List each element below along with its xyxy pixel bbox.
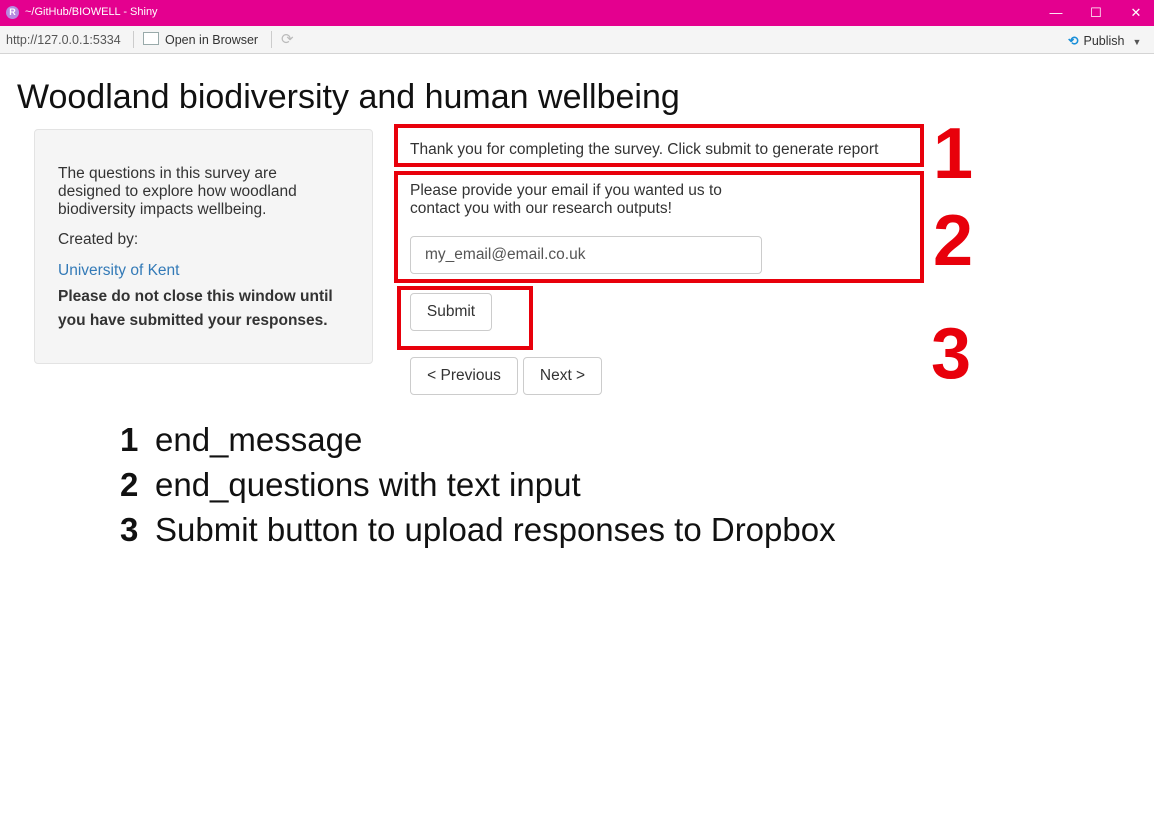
annotation-legend: 1 end_message 2 end_questions with text in… xyxy=(120,417,836,552)
annotation-number-1: 1 xyxy=(933,114,974,194)
legend-item: 1 end_message xyxy=(120,417,836,462)
survey-intro-text: The questions in this survey are designe… xyxy=(58,165,297,218)
url-display: http://127.0.0.1:5334 xyxy=(6,33,121,47)
sidebar-panel: The questions in this survey are designe… xyxy=(34,129,373,364)
publish-icon: ⟲ xyxy=(1068,34,1079,48)
university-link[interactable]: University of Kent xyxy=(58,262,179,280)
publish-label: Publish xyxy=(1083,34,1125,48)
annotation-number-2: 2 xyxy=(933,201,974,281)
next-button[interactable]: Next > xyxy=(523,357,602,395)
page-title: Woodland biodiversity and human wellbein… xyxy=(17,78,680,116)
open-in-browser-label: Open in Browser xyxy=(165,33,259,47)
legend-text: end_questions with text input xyxy=(155,466,581,503)
browser-window-icon xyxy=(143,32,159,45)
legend-number: 1 xyxy=(120,421,139,458)
legend-number: 3 xyxy=(120,511,139,548)
annotation-box-submit xyxy=(397,286,533,350)
close-button[interactable]: ✕ xyxy=(1118,0,1154,26)
minimize-button[interactable]: — xyxy=(1038,0,1074,26)
window-title: ~/GitHub/BIOWELL - Shiny xyxy=(25,6,158,18)
maximize-button[interactable]: ☐ xyxy=(1078,0,1114,26)
window-title-bar: R ~/GitHub/BIOWELL - Shiny — ☐ ✕ xyxy=(0,0,1154,26)
toolbar-divider xyxy=(133,31,134,48)
legend-item: 2 end_questions with text input xyxy=(120,462,836,507)
annotation-box-end-questions xyxy=(394,171,924,283)
viewer-toolbar: http://127.0.0.1:5334 Open in Browser ⟳ … xyxy=(0,26,1154,54)
open-in-browser-button[interactable]: Open in Browser xyxy=(143,32,258,47)
legend-number: 2 xyxy=(120,466,139,503)
toolbar-divider xyxy=(271,31,272,48)
created-by-label: Created by: xyxy=(58,231,139,248)
rstudio-icon: R xyxy=(6,6,19,19)
previous-button[interactable]: < Previous xyxy=(410,357,518,395)
legend-item: 3 Submit button to upload responses to Dr… xyxy=(120,507,836,552)
annotation-box-end-message xyxy=(394,124,924,167)
chevron-down-icon[interactable]: ▼ xyxy=(1132,37,1141,47)
legend-text: end_message xyxy=(155,421,363,458)
refresh-icon[interactable]: ⟳ xyxy=(281,30,294,48)
publish-button[interactable]: ⟲ Publish ▼ xyxy=(1068,33,1141,48)
annotation-number-3: 3 xyxy=(931,314,972,394)
do-not-close-warning: Please do not close this window until yo… xyxy=(58,288,333,329)
legend-text: Submit button to upload responses to Dro… xyxy=(155,511,836,548)
